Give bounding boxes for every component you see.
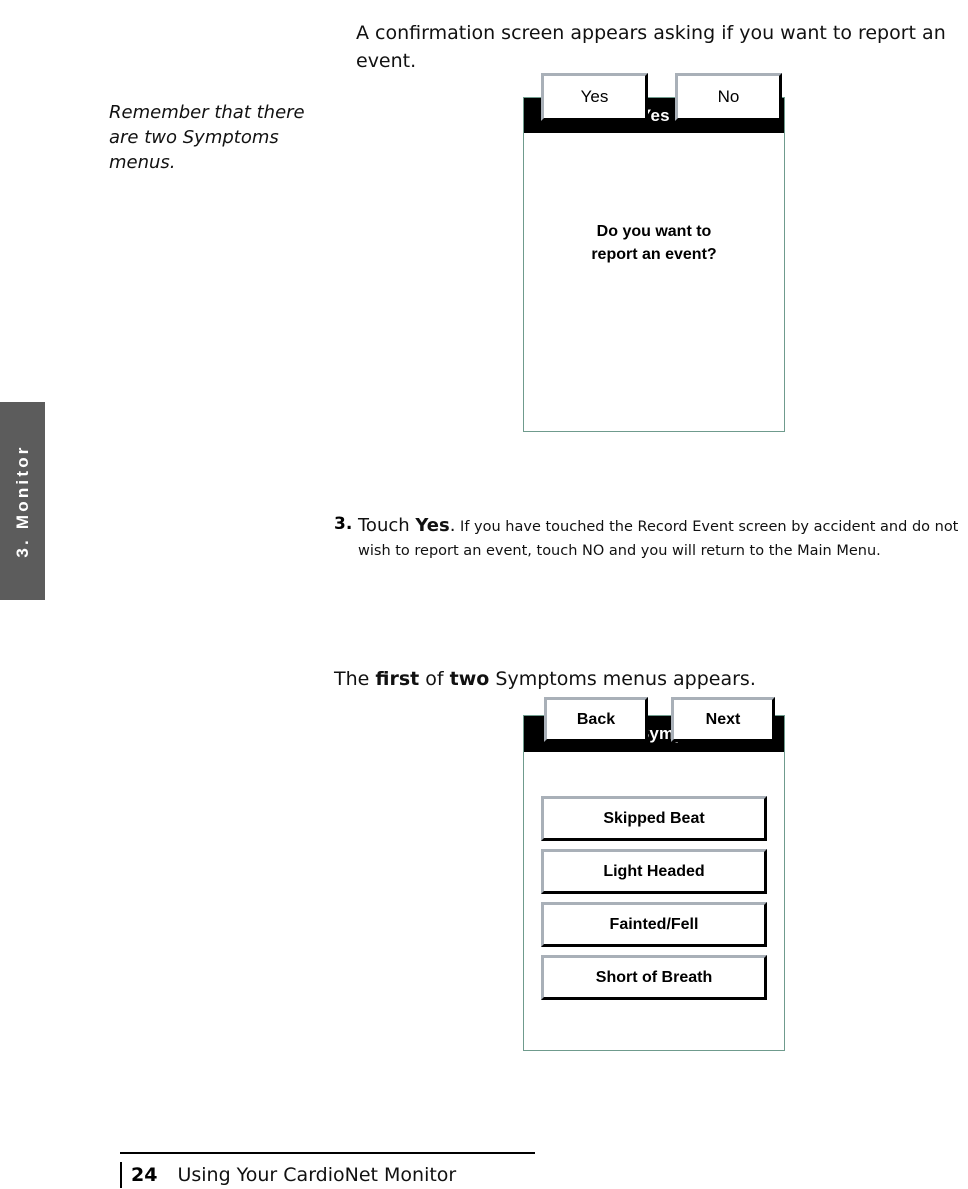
margin-note: Remember that there are two Symptoms men… <box>109 102 305 173</box>
symptoms-nav-row: Back Next <box>524 697 784 743</box>
menus-line-part-3: Symptoms menus appears. <box>489 668 756 690</box>
step-lead: Touch Yes. <box>358 515 455 536</box>
symptom-option-list: Skipped Beat Light Headed Fainted/Fell S… <box>524 796 784 1008</box>
back-button[interactable]: Back <box>544 697 648 742</box>
symptom-button-skipped-beat[interactable]: Skipped Beat <box>541 796 767 841</box>
chapter-tab-label: 3. Monitor <box>12 444 32 558</box>
footer-vertical-rule <box>120 1162 122 1188</box>
confirm-message: Do you want to report an event? <box>524 220 784 266</box>
symptom-button-fainted-fell[interactable]: Fainted/Fell <box>541 902 767 947</box>
step-body: Touch Yes. If you have touched the Recor… <box>358 514 968 563</box>
intro-paragraph: A confirmation screen appears asking if … <box>356 22 946 72</box>
step-lead-prefix: Touch <box>358 515 416 536</box>
device-screen-confirm: Press Yes or No Do you want to report an… <box>523 73 785 432</box>
confirm-button-row: Yes No <box>524 73 784 123</box>
footer-divider <box>120 1152 535 1154</box>
step-lead-bold: Yes <box>415 515 450 536</box>
footer-title: Using Your CardioNet Monitor <box>177 1164 457 1186</box>
confirm-message-line-2: report an event? <box>591 246 717 263</box>
menus-line-bold-two: two <box>449 668 490 690</box>
symptom-button-short-of-breath[interactable]: Short of Breath <box>541 955 767 1000</box>
menus-line: The first of two Symptoms menus appears. <box>334 665 934 693</box>
menus-line-part-2: of <box>419 668 450 690</box>
confirm-message-line-1: Do you want to <box>596 223 712 240</box>
no-button[interactable]: No <box>675 73 782 121</box>
menus-line-bold-first: first <box>375 668 420 690</box>
step-number: 3. <box>334 514 353 534</box>
menus-line-part-1: The <box>334 668 376 690</box>
next-button[interactable]: Next <box>671 697 775 742</box>
footer-content: 24 Using Your CardioNet Monitor <box>120 1161 456 1189</box>
chapter-tab: 3. Monitor <box>0 402 45 600</box>
symptom-button-light-headed[interactable]: Light Headed <box>541 849 767 894</box>
step-3: 3. Touch Yes. If you have touched the Re… <box>334 514 968 563</box>
page-number: 24 <box>131 1164 158 1186</box>
yes-button[interactable]: Yes <box>541 73 648 121</box>
device-screen-symptoms: Select Symptoms Skipped Beat Light Heade… <box>523 697 785 1051</box>
